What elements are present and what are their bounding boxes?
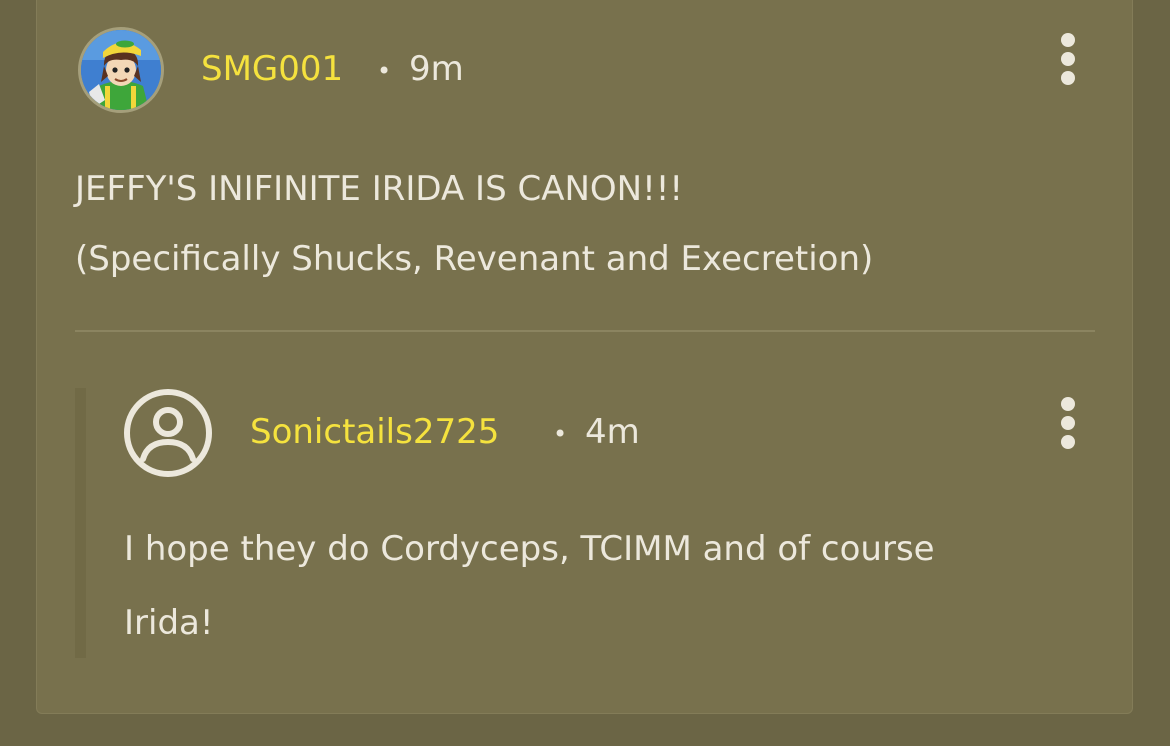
comment-text-line-1: JEFFY'S INIFINITE IRIDA IS CANON!!! [75,169,683,209]
divider [75,330,1095,332]
default-user-icon [124,389,212,477]
reply-more-vertical-icon[interactable] [1058,397,1078,449]
comment-separator: • [377,57,392,85]
reply-thread-line [75,388,86,658]
comment-text-line-2: (Specifically Shucks, Revenant and Execr… [75,239,874,279]
reply-text-line-1: I hope they do Cordyceps, TCIMM and of c… [124,529,935,569]
reply-timestamp: 4m [585,412,640,452]
comment-username[interactable]: SMG001 [201,52,343,86]
reply-avatar[interactable] [123,388,213,478]
reply-separator: • [553,420,568,448]
comment-more-vertical-icon[interactable] [1058,33,1078,85]
comment-timestamp: 9m [409,49,464,89]
reply-username[interactable]: Sonictails2725 [250,415,499,449]
cartoon-character-avatar-icon [81,30,161,110]
avatar[interactable] [78,27,164,113]
reply-text-line-2: Irida! [124,603,214,643]
